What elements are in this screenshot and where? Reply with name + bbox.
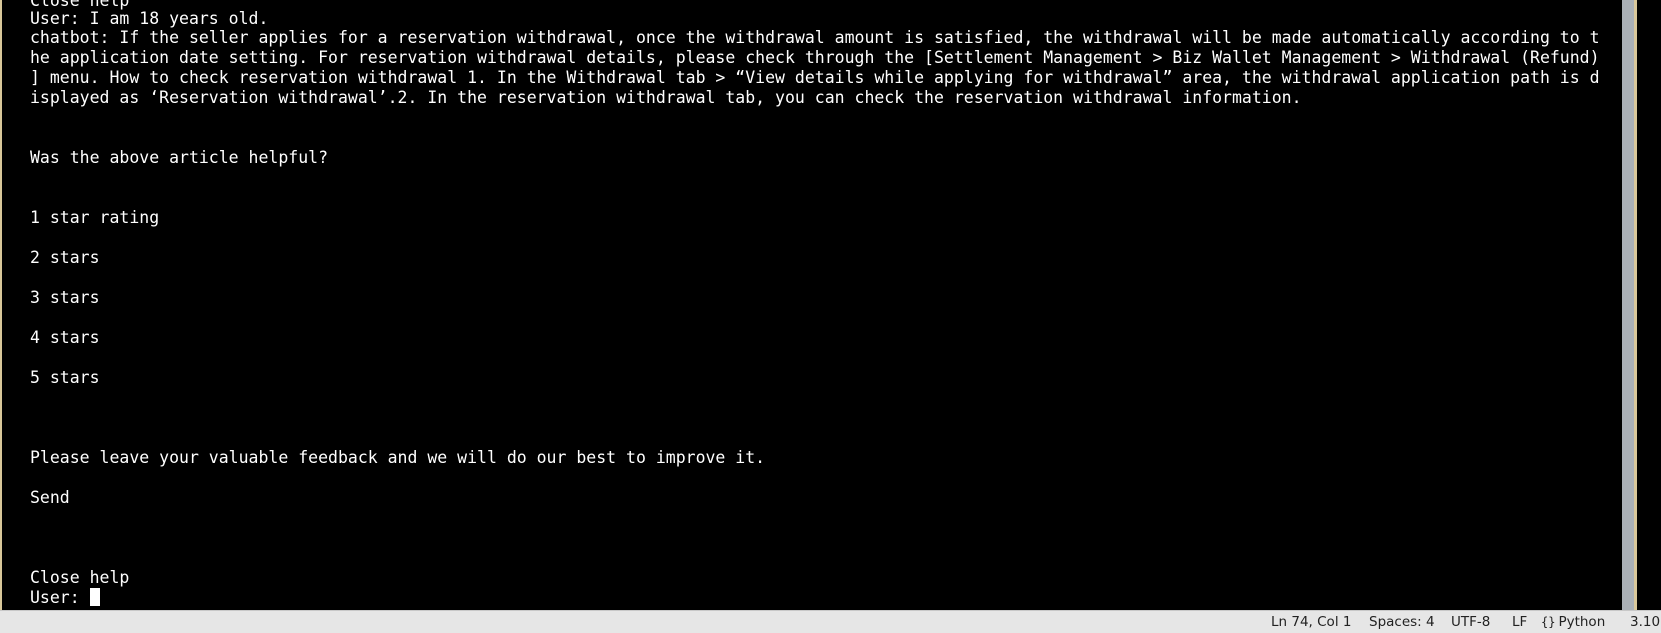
terminal-input-line[interactable]: User:: [30, 588, 100, 608]
terminal-line: 5 stars: [30, 368, 100, 387]
scrollbar-thumb[interactable]: [1622, 0, 1634, 610]
terminal-line: ] menu. How to check reservation withdra…: [30, 68, 1600, 87]
indentation-setting[interactable]: Spaces: 4: [1369, 614, 1435, 630]
encoding-setting[interactable]: UTF-8: [1451, 614, 1490, 630]
cursor-position[interactable]: Ln 74, Col 1: [1271, 614, 1351, 630]
language-label: Python: [1558, 614, 1606, 630]
terminal-line: chatbot: If the seller applies for a res…: [30, 28, 1600, 47]
terminal-line: 1 star rating: [30, 208, 160, 227]
scrollbar-border: [1634, 0, 1637, 610]
braces-icon: {}: [1541, 615, 1556, 629]
terminal-line: 4 stars: [30, 328, 100, 347]
terminal-line: Send: [30, 488, 70, 507]
terminal-line: 3 stars: [30, 288, 100, 307]
text-cursor: [89, 588, 100, 606]
terminal-line: Close help: [30, 568, 130, 587]
terminal-output[interactable]: Close help User: I am 18 years old. chat…: [30, 0, 1610, 610]
line-ending-setting[interactable]: LF: [1512, 614, 1527, 630]
python-version[interactable]: 3.10: [1630, 614, 1660, 630]
terminal-line: User: I am 18 years old.: [30, 9, 269, 28]
status-bar: Ln 74, Col 1 Spaces: 4 UTF-8 LF {} Python…: [0, 610, 1661, 633]
language-mode[interactable]: {} Python: [1541, 614, 1605, 630]
terminal-line: Please leave your valuable feedback and …: [30, 448, 766, 467]
terminal-line: Was the above article helpful?: [30, 148, 329, 167]
terminal-line: 2 stars: [30, 248, 100, 267]
terminal-left-border: [0, 0, 2, 610]
terminal-prompt: User:: [30, 588, 90, 607]
terminal-line: isplayed as ‘Reservation withdrawal’.2. …: [30, 88, 1302, 107]
terminal-line: he application date setting. For reserva…: [30, 48, 1600, 67]
